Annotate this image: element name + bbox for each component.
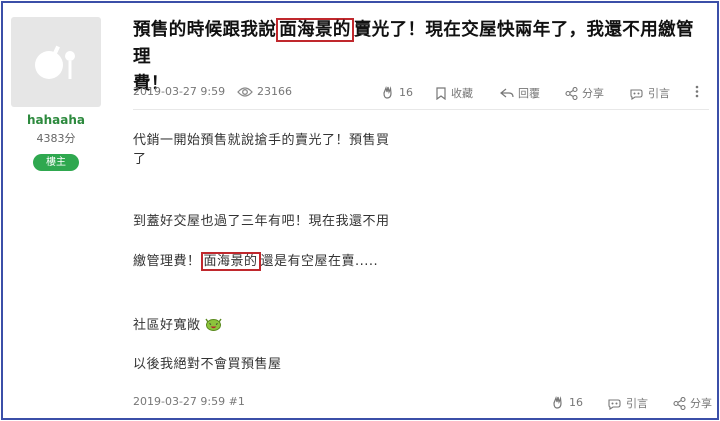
bookmark-icon — [436, 86, 446, 100]
post-frame: hahaaha 4383分 樓主 預售的時候跟我說 面海景的 賣光了！現在交屋快兩年… — [1, 1, 719, 420]
post-body-line: 社區好寬敞 — [133, 317, 222, 335]
footer-share-button[interactable]: 分享 — [673, 395, 712, 411]
post-body-line: 以後我絕對不會買預售屋 — [133, 357, 282, 372]
quote-icon — [630, 88, 643, 100]
clap-icon — [383, 86, 392, 99]
body-text-after: 還是有空屋在賣..... — [260, 254, 379, 269]
bookmark-label: 收藏 — [451, 87, 473, 100]
post-body-line: 代銷一開始預售就說搶手的賣光了！預售買 — [133, 133, 390, 148]
footer-like-count: 16 — [569, 395, 583, 409]
post-body-line: 繳管理費！ 面海景的 還是有空屋在賣..... — [133, 252, 379, 271]
quote-icon — [608, 398, 621, 410]
user-points: 4383分 — [36, 132, 76, 145]
more-options-button[interactable] — [695, 85, 699, 98]
views-counter: 23166 — [237, 85, 292, 98]
share-icon — [565, 86, 578, 100]
reply-label: 回覆 — [518, 87, 540, 100]
reply-icon — [500, 88, 514, 98]
share-label: 分享 — [582, 87, 604, 100]
floor-datetime-text: 2019-03-27 9:59 #1 — [133, 395, 245, 408]
footer-like-button[interactable]: 16 — [551, 395, 583, 409]
body-highlight: 面海景的 — [200, 252, 261, 271]
like-button[interactable]: 16 — [381, 85, 413, 99]
post-footer: 2019-03-27 9:59 #1 16 引言 分享 — [133, 391, 712, 411]
share-icon — [673, 396, 686, 410]
post-body-line: 到蓋好交屋也過了三年有吧！現在我還不用 — [133, 214, 390, 229]
footer-quote-button[interactable]: 引言 — [607, 395, 648, 411]
author-sidebar: hahaaha 4383分 樓主 — [3, 3, 109, 418]
floor-datetime: 2019-03-27 9:59 #1 — [133, 395, 245, 408]
username-link[interactable]: hahaaha — [3, 113, 109, 127]
meta-divider — [133, 109, 709, 110]
post-datetime-text: 2019-03-27 9:59 — [133, 85, 226, 98]
post-main: 預售的時候跟我說 面海景的 賣光了！現在交屋快兩年了，我還不用繳管理 費！ 2019… — [133, 3, 715, 418]
reply-button[interactable]: 回覆 — [500, 85, 540, 101]
footer-quote-label: 引言 — [626, 397, 648, 410]
bookmark-button[interactable]: 收藏 — [435, 85, 473, 101]
avatar[interactable] — [11, 17, 101, 107]
like-count: 16 — [399, 85, 413, 99]
quote-label: 引言 — [648, 87, 670, 100]
post-datetime: 2019-03-27 9:59 — [133, 85, 225, 98]
op-badge: 樓主 — [33, 154, 79, 171]
laughing-emoji-icon — [205, 318, 222, 331]
quote-button[interactable]: 引言 — [629, 85, 670, 101]
eye-icon — [237, 86, 253, 97]
clap-icon — [553, 396, 562, 409]
post-body-line: 了 — [133, 152, 147, 167]
footer-share-label: 分享 — [690, 397, 712, 410]
body-text-line5: 社區好寬敞 — [133, 318, 201, 333]
title-text-before: 預售的時候跟我說 — [133, 20, 277, 40]
share-button[interactable]: 分享 — [565, 85, 604, 101]
title-highlight: 面海景的 — [276, 18, 354, 42]
post-meta-bar: 2019-03-27 9:59 23166 16 收藏 回覆 分享 引言 — [133, 81, 709, 105]
more-vertical-icon — [695, 85, 699, 98]
avatar-placeholder-icon — [35, 45, 75, 79]
views-count: 23166 — [257, 85, 292, 98]
body-text-before: 繳管理費！ — [133, 254, 201, 269]
